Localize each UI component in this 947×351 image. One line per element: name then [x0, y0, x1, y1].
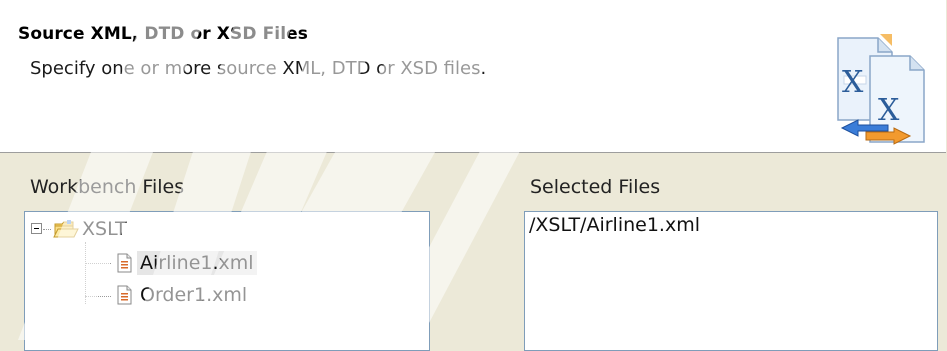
open-folder-icon [53, 220, 79, 238]
xml-file-icon [117, 285, 132, 305]
tree-node-label: Order1.xml [140, 284, 248, 306]
selected-files-list[interactable]: /XSLT/Airline1.xml [524, 211, 938, 351]
tree-node-label: Airline1.xml [137, 251, 257, 275]
tree-node-airline1[interactable]: Airline1.xml [25, 250, 257, 276]
page-description: Specify one or more source XML, DTD or X… [30, 58, 487, 79]
tree-node-xslt[interactable]: XSLT [25, 216, 130, 242]
workbench-files-tree[interactable]: XSLT Airline1.xml Order1.xml [24, 211, 430, 351]
wizard-banner: Source XML, DTD or XSD Files Specify one… [0, 0, 946, 153]
xml-file-icon [117, 253, 132, 273]
list-item[interactable]: /XSLT/Airline1.xml [529, 214, 700, 236]
tree-node-label: XSLT [82, 218, 127, 240]
svg-text:X: X [878, 93, 900, 128]
xml-conversion-icon: X X [837, 34, 925, 145]
tree-node-order1[interactable]: Order1.xml [25, 282, 250, 308]
page-title: Source XML, DTD or XSD Files [18, 24, 308, 44]
selected-files-label: Selected Files [530, 176, 661, 198]
svg-text:X: X [842, 65, 864, 100]
workbench-files-label: Workbench Files [30, 176, 185, 198]
